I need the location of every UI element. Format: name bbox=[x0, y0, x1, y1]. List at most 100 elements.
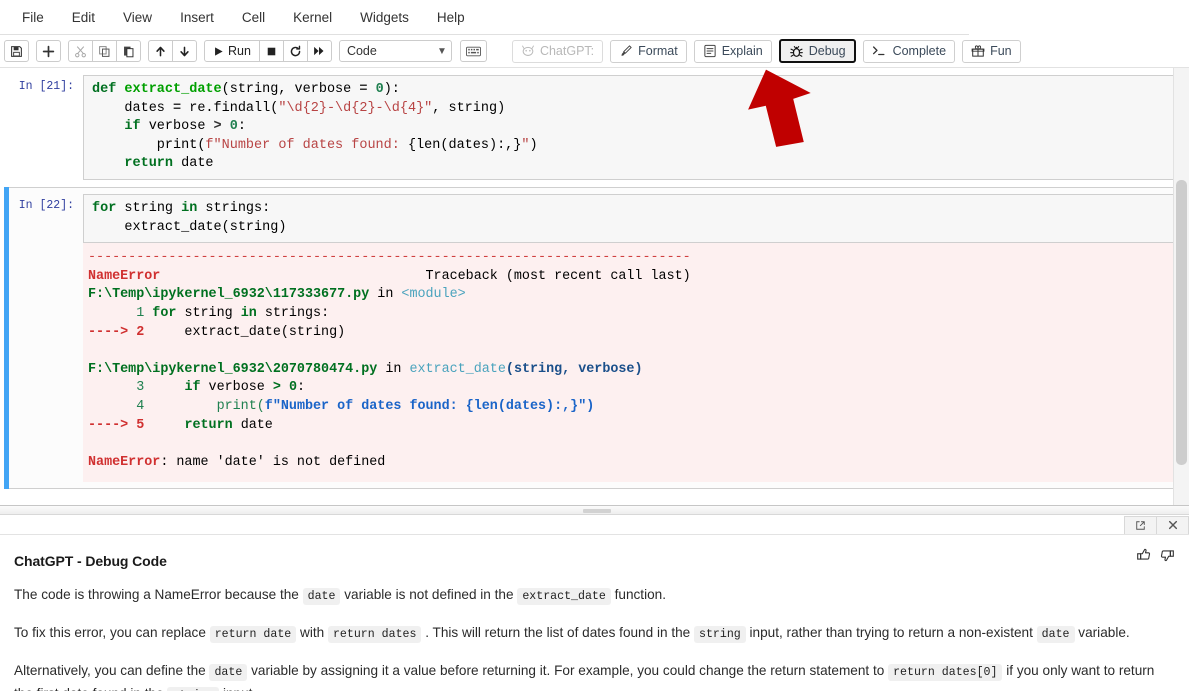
menu-item-widgets[interactable]: Widgets bbox=[346, 5, 423, 30]
traceback-token: string, verbose bbox=[513, 361, 635, 377]
code-token: (string, verbose bbox=[221, 82, 360, 97]
traceback-token: for bbox=[152, 305, 177, 321]
traceback-token: string bbox=[176, 305, 241, 321]
external-link-icon bbox=[1136, 520, 1145, 530]
add-cell-button[interactable] bbox=[36, 40, 61, 62]
traceback-token: F:\Temp\ipykernel_6932\2070780474.py bbox=[88, 361, 378, 377]
scrollbar-thumb[interactable] bbox=[1176, 180, 1187, 465]
expand-panel-button[interactable] bbox=[1124, 515, 1157, 535]
close-panel-button[interactable] bbox=[1156, 515, 1189, 535]
debug-button-label: Debug bbox=[808, 44, 846, 58]
menu-item-cell[interactable]: Cell bbox=[228, 5, 279, 30]
debug-button[interactable]: Debug bbox=[778, 39, 856, 63]
notebook-cell[interactable]: In [21]: def extract_date(string, verbose… bbox=[4, 68, 1175, 187]
traceback-line: 4 print(f"Number of dates found: {len(da… bbox=[88, 398, 1174, 417]
code-token: : bbox=[237, 119, 246, 135]
chatgpt-label-button[interactable]: ChatGPT: bbox=[511, 39, 604, 63]
paragraph-text: input, rather than trying to return a no… bbox=[745, 625, 1037, 640]
move-cell-down-button[interactable] bbox=[172, 40, 197, 62]
code-token: date bbox=[173, 156, 214, 172]
traceback-token: 0 bbox=[288, 380, 297, 396]
traceback-line: 1 for string in strings: bbox=[88, 305, 1174, 324]
menu-bar-filler bbox=[969, 0, 1189, 35]
code-token: print( bbox=[92, 137, 206, 153]
save-button[interactable] bbox=[4, 40, 29, 62]
inline-code: date bbox=[1036, 626, 1075, 643]
menu-item-insert[interactable]: Insert bbox=[166, 5, 228, 30]
traceback-token: ----> 5 bbox=[88, 417, 145, 433]
command-palette-button[interactable] bbox=[459, 40, 487, 62]
code-token: string bbox=[116, 200, 182, 216]
cut-button[interactable] bbox=[68, 40, 93, 62]
cell-code-editor[interactable]: def extract_date(string, verbose = 0): d… bbox=[83, 75, 1174, 180]
restart-kernel-button[interactable] bbox=[282, 40, 308, 62]
traceback-line: F:\Temp\ipykernel_6932\117333677.py in <… bbox=[88, 286, 1174, 305]
splitter-grip[interactable] bbox=[583, 509, 611, 513]
toolbar-group-save bbox=[4, 40, 29, 62]
menu-item-file[interactable]: File bbox=[8, 5, 58, 30]
cell-code-editor[interactable]: for string in strings: extract_date(stri… bbox=[83, 193, 1174, 244]
menu-item-view[interactable]: View bbox=[109, 5, 166, 30]
close-icon bbox=[1168, 520, 1177, 530]
traceback-token: {len(dates):,} bbox=[465, 398, 579, 414]
menu-item-edit[interactable]: Edit bbox=[58, 5, 109, 30]
traceback-line: ----> 5 return date bbox=[88, 417, 1174, 436]
notebook-toolbar: Run Code ▼ ChatGPT: Format Explain Debug… bbox=[0, 35, 1189, 68]
code-token: ) bbox=[529, 137, 538, 153]
inline-code: date bbox=[302, 588, 341, 605]
traceback-line: ----> 2 extract_date(string) bbox=[88, 324, 1174, 343]
run-button[interactable]: Run bbox=[204, 40, 260, 62]
code-line: print(f"Number of dates found: {len(date… bbox=[92, 137, 1169, 156]
explain-button[interactable]: Explain bbox=[693, 39, 772, 63]
traceback-token: Traceback (most recent call last) bbox=[160, 268, 691, 284]
traceback-token: NameError bbox=[88, 268, 161, 284]
menu-item-kernel[interactable]: Kernel bbox=[279, 5, 346, 30]
code-token: def bbox=[92, 82, 125, 97]
format-button[interactable]: Format bbox=[610, 39, 687, 63]
explain-button-label: Explain bbox=[721, 44, 763, 58]
code-token: return bbox=[124, 156, 174, 172]
code-line: if verbose > 0: bbox=[92, 118, 1169, 137]
toolbar-group-insert bbox=[36, 40, 61, 62]
document-lines-icon bbox=[704, 44, 716, 58]
traceback-line: 3 if verbose > 0: bbox=[88, 379, 1174, 398]
traceback-token: in bbox=[240, 305, 257, 321]
jupyter-notebook-window: File Edit View Insert Cell Kernel Widgets Help bbox=[0, 0, 1189, 691]
response-paragraph: The code is throwing a NameError because… bbox=[14, 584, 1175, 607]
complete-button[interactable]: Complete bbox=[862, 39, 956, 63]
code-line: return date bbox=[92, 155, 1169, 174]
toolbar-group-run: Run bbox=[204, 40, 332, 62]
paste-button[interactable] bbox=[116, 40, 141, 62]
traceback-token: verbose bbox=[200, 380, 273, 396]
traceback-token: NameError bbox=[88, 454, 161, 470]
cell-type-value: Code bbox=[346, 44, 377, 58]
cell-input-row: In [21]: def extract_date(string, verbose… bbox=[5, 75, 1174, 180]
fun-button[interactable]: Fun bbox=[962, 39, 1021, 63]
chatgpt-response-paragraphs: The code is throwing a NameError because… bbox=[14, 584, 1175, 691]
code-token: > bbox=[213, 119, 222, 135]
menu-item-help[interactable]: Help bbox=[423, 5, 479, 30]
chevron-down-icon: ▼ bbox=[437, 45, 447, 57]
traceback-line bbox=[88, 342, 1174, 361]
notebook-cell[interactable]: In [22]: for string in strings: extract_d… bbox=[4, 186, 1175, 490]
interrupt-kernel-button[interactable] bbox=[258, 40, 284, 62]
traceback-token: ----------------------------------------… bbox=[88, 250, 691, 266]
traceback-token: : name 'date' is not defined bbox=[160, 454, 386, 470]
fun-button-label: Fun bbox=[990, 44, 1012, 58]
code-token: in bbox=[181, 200, 198, 216]
cell-type-select[interactable]: Code ▼ bbox=[338, 40, 452, 62]
move-cell-up-button[interactable] bbox=[148, 40, 173, 62]
code-line: dates = re.findall("\d{2}-\d{2}-\d{4}", … bbox=[92, 100, 1169, 119]
stop-icon bbox=[267, 47, 276, 55]
cell-error-output: ----------------------------------------… bbox=[83, 243, 1174, 483]
inline-code: string bbox=[694, 626, 746, 643]
code-token: for bbox=[92, 200, 117, 216]
restart-run-all-button[interactable] bbox=[306, 40, 332, 62]
panel-splitter[interactable] bbox=[0, 505, 1189, 515]
copy-button[interactable] bbox=[92, 40, 117, 62]
notebook-vertical-scrollbar[interactable] bbox=[1173, 68, 1189, 513]
